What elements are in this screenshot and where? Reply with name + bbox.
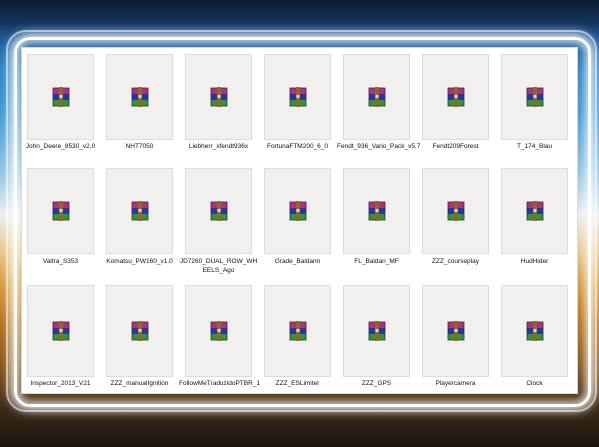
file-name: Clock [526,380,543,387]
file-name: HudHider [520,258,549,265]
file-name: ZZZ_GPS [361,380,392,387]
winrar-archive-icon [289,321,306,341]
file-name: FollowMeTraduzidoPTBR_1 [179,380,261,387]
winrar-archive-icon [447,321,464,341]
winrar-archive-icon [52,321,69,341]
file-thumbnail[interactable] [185,54,252,140]
file-name: Fendt_936_Vario_Pack_v5.7 [337,143,421,150]
file-name: JD7260_DUAL_ROW_WHEELS_Ago [179,258,258,274]
file-item[interactable]: FL_Baldan_MF [343,168,410,285]
winrar-archive-icon [289,87,306,107]
file-item[interactable]: Inspector_2013_V21 [27,285,94,399]
file-name: Fendt209Forest [432,143,479,150]
winrar-archive-icon [210,87,227,107]
winrar-archive-icon [210,201,227,221]
winrar-archive-icon [131,201,148,221]
file-name: Komatsu_PW160_v1.0 [106,258,173,265]
file-item[interactable]: JD7260_DUAL_ROW_WHEELS_Ago [180,168,257,285]
file-item[interactable]: John_Deere_8530_v2.0 [26,54,95,168]
file-thumbnail[interactable] [106,285,173,377]
winrar-archive-icon [368,87,385,107]
file-item[interactable]: Komatsu_PW160_v1.0 [106,168,173,285]
winrar-archive-icon [526,201,543,221]
file-item[interactable]: ZZZ_ESLimiter [264,285,331,399]
file-thumbnail[interactable] [27,168,94,254]
file-thumbnail[interactable] [422,285,489,377]
file-thumbnail[interactable] [27,285,94,377]
file-thumbnail[interactable] [185,168,252,254]
file-item[interactable]: ZZZ_GPS [343,285,410,399]
file-item[interactable]: Playercamera [422,285,489,399]
file-name: John_Deere_8530_v2.0 [25,143,96,150]
file-item[interactable]: Valtra_S353 [27,168,94,285]
winrar-archive-icon [526,87,543,107]
file-item[interactable]: NHT7050 [106,54,173,168]
file-grid: John_Deere_8530_v2.0 NHT7050 Liebherr_xf… [26,54,568,399]
file-name: T_174_Blau [516,143,553,150]
file-name: Liebherr_xfendt936x [188,143,249,150]
file-item[interactable]: Liebherr_xfendt936x [185,54,252,168]
file-name: ZZZ_courseplay [432,258,479,265]
file-thumbnail[interactable] [343,285,410,377]
winrar-archive-icon [131,321,148,341]
file-item[interactable]: HudHider [501,168,568,285]
file-thumbnail[interactable] [501,168,568,254]
file-thumbnail[interactable] [264,54,331,140]
file-name: Playercamera [435,380,476,387]
file-view-panel[interactable]: John_Deere_8530_v2.0 NHT7050 Liebherr_xf… [21,47,578,394]
file-thumbnail[interactable] [106,168,173,254]
file-item[interactable]: T_174_Blau [501,54,568,168]
file-name: Grade_Baldann [274,258,321,265]
file-thumbnail[interactable] [501,285,568,377]
file-name: Inspector_2013_V21 [30,380,91,387]
file-thumbnail[interactable] [343,168,410,254]
file-name: Valtra_S353 [42,258,79,265]
winrar-archive-icon [368,321,385,341]
winrar-archive-icon [52,201,69,221]
file-item[interactable]: Fendt_936_Vario_Pack_v5.7 [337,54,420,168]
file-item[interactable]: FollowMeTraduzidoPTBR_1 [179,285,260,399]
file-name: NHT7050 [125,143,154,150]
file-thumbnail[interactable] [27,54,94,140]
file-name: ZZZ_ESLimiter [275,380,320,387]
winrar-archive-icon [52,87,69,107]
winrar-archive-icon [289,201,306,221]
file-thumbnail[interactable] [264,285,331,377]
file-thumbnail[interactable] [422,54,489,140]
file-item[interactable]: FortunaFTM200_6_0 [264,54,331,168]
winrar-archive-icon [131,87,148,107]
file-thumbnail[interactable] [422,168,489,254]
winrar-archive-icon [447,201,464,221]
file-thumbnail[interactable] [501,54,568,140]
file-thumbnail[interactable] [264,168,331,254]
winrar-archive-icon [447,87,464,107]
file-item[interactable]: Clock [501,285,568,399]
file-item[interactable]: ZZZ_manualIgnition [106,285,173,399]
file-name: FortunaFTM200_6_0 [266,143,329,150]
file-thumbnail[interactable] [185,285,252,377]
file-thumbnail[interactable] [106,54,173,140]
file-item[interactable]: Grade_Baldann [264,168,331,285]
winrar-archive-icon [368,201,385,221]
winrar-archive-icon [526,321,543,341]
file-name: FL_Baldan_MF [354,258,399,265]
file-item[interactable]: Fendt209Forest [422,54,489,168]
file-name: ZZZ_manualIgnition [110,380,169,387]
file-thumbnail[interactable] [343,54,410,140]
winrar-archive-icon [210,321,227,341]
file-item[interactable]: ZZZ_courseplay [422,168,489,285]
